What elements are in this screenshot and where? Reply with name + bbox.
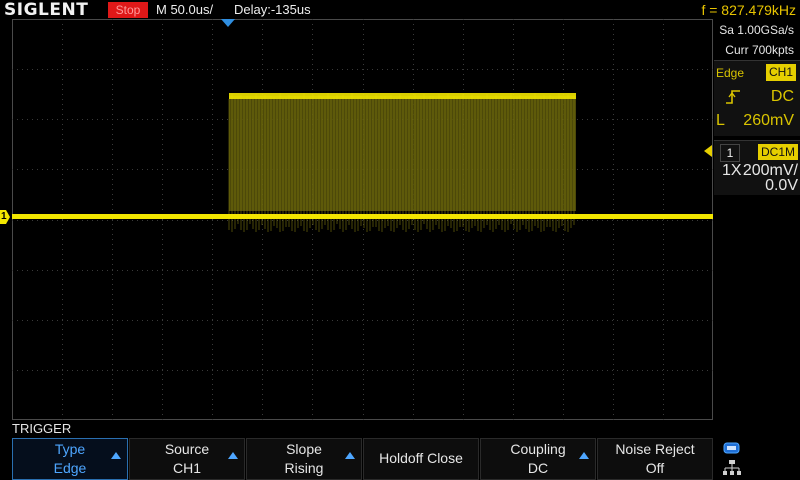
trigger-level: 260mV	[743, 112, 794, 129]
chevron-up-icon	[579, 452, 589, 459]
chevron-up-icon	[345, 452, 355, 459]
softkey-label: Holdoff Close	[379, 450, 463, 466]
channel-marker-label: 1	[1, 211, 7, 222]
channel-1-trace	[12, 214, 713, 219]
channel-pointer-icon	[704, 145, 712, 157]
grid-background	[12, 19, 713, 420]
source-softkey[interactable]: Source CH1	[129, 438, 245, 480]
channel-coupling: DC1M	[758, 144, 798, 160]
channel-1-level-marker[interactable]: 1	[0, 210, 10, 224]
holdoff-softkey[interactable]: Holdoff Close	[363, 438, 479, 480]
softkey-label: Noise Reject	[615, 441, 695, 457]
timebase-readout: M 50.0us/	[156, 2, 214, 17]
waveform-grid	[12, 19, 713, 420]
frequency-counter: f = 827.479kHz	[701, 2, 796, 18]
softkey-label: Type	[54, 441, 86, 457]
channel-number: 1	[720, 144, 740, 162]
softkey-value: Edge	[53, 460, 87, 476]
status-icons	[720, 440, 746, 480]
trigger-source: CH1	[766, 64, 796, 81]
trigger-level-label: L	[716, 112, 725, 129]
softkey-label: Slope	[286, 441, 322, 457]
channel-1-info-panel[interactable]: 1 DC1M 1X 200mV/ 0.0V	[704, 140, 800, 195]
top-status-bar: SIGLENT Stop M 50.0us/ Delay:-135us f = …	[0, 0, 800, 20]
slope-softkey[interactable]: Slope Rising	[246, 438, 362, 480]
usb-icon[interactable]	[723, 442, 741, 454]
softkey-bar: Type Edge Source CH1 Slope Rising Holdof…	[12, 438, 716, 480]
probe-attenuation: 1X	[722, 162, 742, 179]
brand-logo: SIGLENT	[4, 0, 89, 20]
sample-rate: Sa 1.00GSa/s	[719, 23, 794, 37]
menu-title: TRIGGER	[12, 421, 72, 436]
network-icon[interactable]	[723, 460, 741, 476]
chevron-up-icon	[228, 452, 238, 459]
softkey-value: Rising	[284, 460, 324, 476]
delay-readout: Delay:-135us	[234, 2, 311, 17]
noise-reject-softkey[interactable]: Noise Reject Off	[597, 438, 713, 480]
channel-offset: 0.0V	[765, 177, 798, 194]
acquisition-panel: Sa 1.00GSa/s Curr 700kpts	[714, 20, 800, 60]
run-stop-indicator[interactable]: Stop	[108, 2, 148, 18]
chevron-up-icon	[111, 452, 121, 459]
softkey-value: Off	[645, 460, 665, 476]
softkey-label: Coupling	[510, 441, 566, 457]
trigger-coupling: DC	[770, 88, 794, 105]
softkey-label: Source	[164, 441, 210, 457]
memory-depth: Curr 700kpts	[725, 43, 794, 57]
waveform-display[interactable]	[12, 19, 713, 420]
softkey-value: DC	[527, 460, 549, 476]
softkey-value: CH1	[172, 460, 201, 476]
coupling-softkey[interactable]: Coupling DC	[480, 438, 596, 480]
trigger-status-panel[interactable]: Edge CH1 DC L 260mV	[714, 60, 800, 136]
rising-edge-icon	[726, 90, 740, 104]
trigger-type: Edge	[716, 66, 745, 80]
type-softkey[interactable]: Type Edge	[12, 438, 128, 480]
